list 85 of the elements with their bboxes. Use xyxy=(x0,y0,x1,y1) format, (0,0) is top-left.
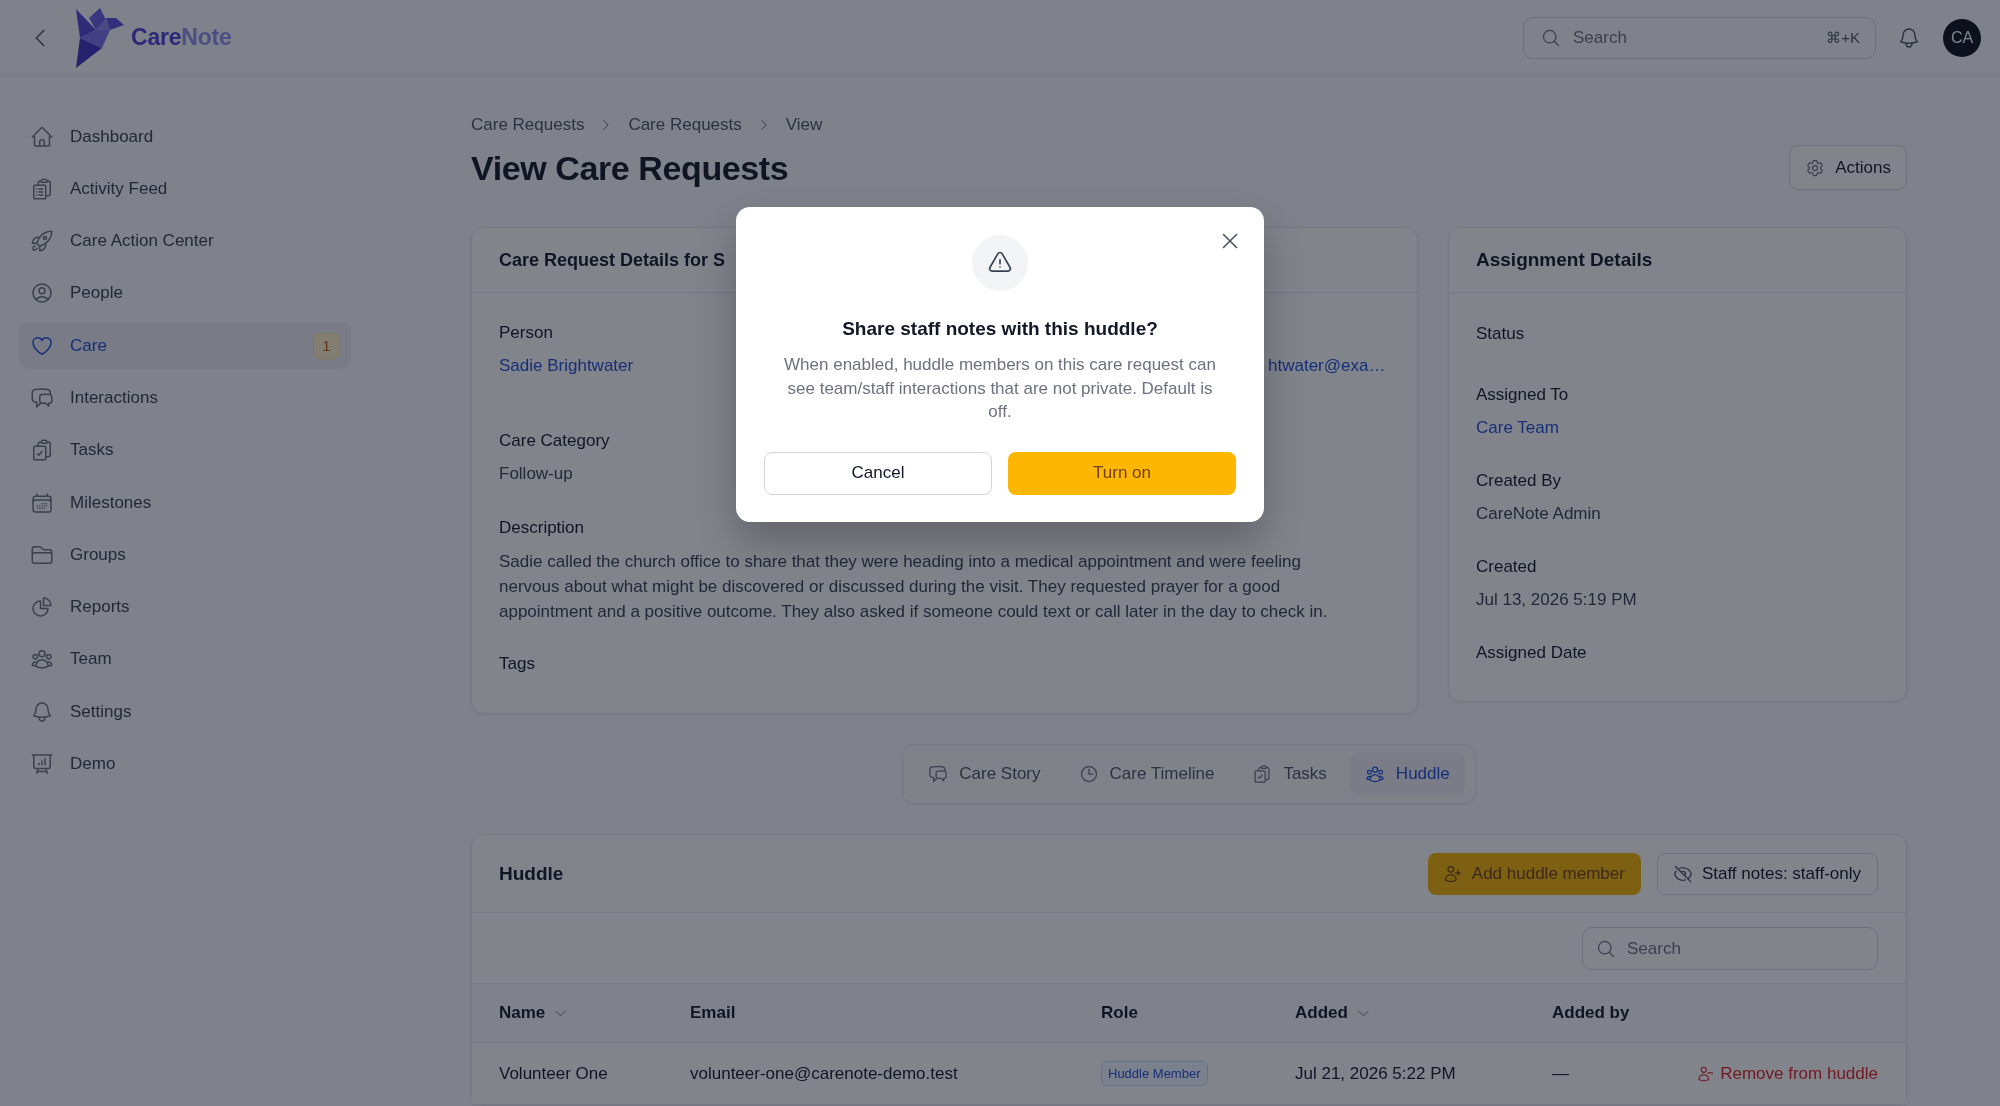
sidebar-item[interactable]: Activity Feed xyxy=(19,165,351,213)
count-badge: 1 xyxy=(313,332,340,359)
column-header[interactable]: Name xyxy=(499,1003,569,1023)
field-value: Follow-up xyxy=(499,463,574,485)
search-field[interactable]: Search xyxy=(1582,927,1878,970)
bell-icon xyxy=(30,699,54,724)
actions-button[interactable]: Actions xyxy=(1789,145,1907,190)
person-link[interactable]: Sadie Brightwater xyxy=(499,354,728,378)
user-avatar[interactable]: CA xyxy=(1943,18,1981,57)
page-title: View Care Requests xyxy=(471,147,789,188)
field-label: Description xyxy=(499,517,586,539)
card-title: Care Request Details for S xyxy=(499,249,726,271)
sidebar-item[interactable]: Care 1 xyxy=(19,322,351,370)
user-minus-icon xyxy=(1696,1064,1715,1083)
clock-icon xyxy=(1078,764,1099,784)
card-title: Assignment Details xyxy=(1476,249,1653,271)
eye-slash-icon xyxy=(1672,863,1693,884)
role-badge: Huddle Member xyxy=(1101,1061,1208,1086)
email-link[interactable]: htwater@exa… xyxy=(1268,354,1386,378)
dialog-message: When enabled, huddle members on this care request can see team/staff interactions that are not private. Default is off. xyxy=(783,354,1217,423)
turn-on-button[interactable]: Turn on xyxy=(1008,451,1236,495)
bird-logo-icon xyxy=(76,7,124,68)
user-plus-icon xyxy=(1442,863,1463,884)
field-value: Jul 13, 2026 5:19 PM xyxy=(1476,589,1638,611)
gear-icon xyxy=(1805,157,1826,178)
field-label: Created xyxy=(1476,556,1538,578)
logo-wordmark: CareNote xyxy=(131,23,232,52)
calendar-icon xyxy=(30,490,54,515)
sidebar-item[interactable]: Care Action Center xyxy=(19,217,351,265)
breadcrumb-link[interactable]: Care Requests xyxy=(471,113,585,137)
sidebar-item[interactable]: Team xyxy=(19,635,351,683)
tab[interactable]: Huddle xyxy=(1349,753,1465,795)
shortcut-hint: ⌘+K xyxy=(1826,28,1860,47)
sidebar-item[interactable]: Settings xyxy=(19,688,351,736)
sidebar-item[interactable]: Dashboard xyxy=(19,113,351,160)
description-text: Sadie called the church office to share that they were heading into a medical appointment and were feeling nervous about what might be discovered or discussed during the visit. They requested prayer for a good appointment and a positive outcome. They also asked if someone could text or call later in the day to check in. xyxy=(499,551,1329,623)
presentation-chart-icon xyxy=(30,752,54,777)
column-header: Email xyxy=(690,1003,736,1023)
pie-chart-icon xyxy=(30,595,54,620)
sidebar-item[interactable]: Reports xyxy=(19,583,351,631)
field-label: Status xyxy=(1476,323,1526,345)
column-header[interactable]: Added xyxy=(1295,1003,1371,1023)
search-icon xyxy=(1596,938,1616,959)
dialog-title: Share staff notes with this huddle? xyxy=(842,317,1158,341)
add-member-button[interactable]: Add huddle member xyxy=(1427,852,1641,895)
cancel-button[interactable]: Cancel xyxy=(764,451,992,495)
user-group-icon xyxy=(30,647,54,672)
chat-bubbles-icon xyxy=(30,386,54,410)
user-group-icon xyxy=(1364,764,1385,784)
breadcrumb-current: View xyxy=(785,114,823,136)
field-label: Tags xyxy=(499,653,536,675)
table-cell: volunteer-one@carenote-demo.test xyxy=(690,1063,958,1084)
clipboard-check-icon xyxy=(1252,764,1273,784)
field-label: Care Category xyxy=(499,430,611,452)
column-header: Added by xyxy=(1552,1003,1630,1023)
clipboard-list-icon xyxy=(30,176,54,201)
table-cell: Jul 21, 2026 5:22 PM xyxy=(1295,1063,1456,1084)
sidebar-item[interactable]: Tasks xyxy=(19,426,351,474)
search-icon xyxy=(1541,27,1561,48)
breadcrumb-link[interactable]: Care Requests xyxy=(628,113,742,137)
house-icon xyxy=(30,124,54,149)
sidebar-item[interactable]: Milestones xyxy=(19,479,351,527)
tab[interactable]: Tasks xyxy=(1237,753,1342,795)
table-cell: — xyxy=(1552,1063,1569,1084)
column-header: Role xyxy=(1101,1003,1138,1023)
rocket-icon xyxy=(30,229,54,254)
field-label: Created By xyxy=(1476,470,1563,492)
tab[interactable]: Care Timeline xyxy=(1063,753,1230,795)
notification-bell-icon[interactable] xyxy=(1897,25,1921,50)
field-label: Assigned To xyxy=(1476,384,1570,406)
field-label: Person xyxy=(499,322,554,344)
staff-notes-button[interactable]: Staff notes: staff-only xyxy=(1656,852,1878,895)
card-title: Huddle xyxy=(499,862,564,885)
field-label: Assigned Date xyxy=(1476,642,1588,664)
sidebar-item[interactable]: Interactions xyxy=(19,374,351,422)
field-value: CareNote Admin xyxy=(1476,503,1602,525)
chat-bubbles-icon xyxy=(928,764,949,784)
assignee-link[interactable]: Care Team xyxy=(1476,416,1879,440)
sidebar-item[interactable]: Groups xyxy=(19,531,351,579)
tab[interactable]: Care Story xyxy=(913,753,1056,795)
sidebar-item[interactable]: People xyxy=(19,269,351,317)
table-cell: Volunteer One xyxy=(499,1063,608,1084)
clipboard-check-icon xyxy=(30,438,54,463)
sidebar-item[interactable]: Demo xyxy=(19,740,351,788)
remove-member-link[interactable]: Remove from huddle xyxy=(1696,1063,1878,1084)
